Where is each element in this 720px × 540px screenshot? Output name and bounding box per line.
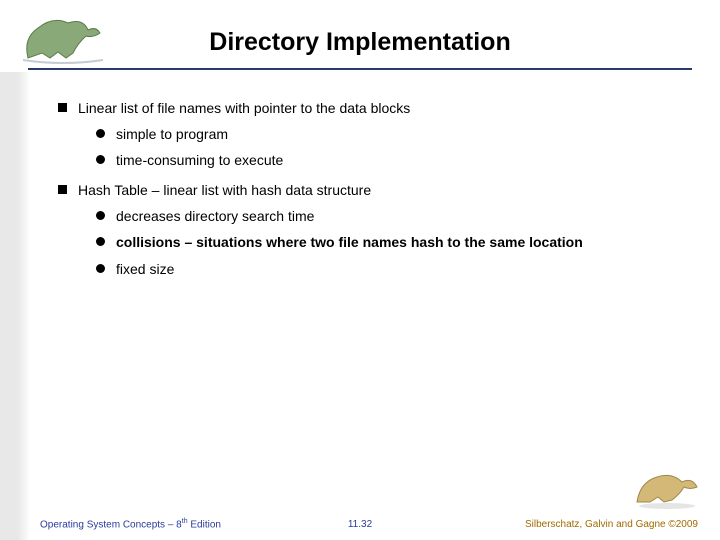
- bullet-text: time-consuming to execute: [116, 152, 283, 168]
- bullet-text-bold: collisions: [116, 234, 181, 250]
- bullet-text: simple to program: [116, 126, 228, 142]
- circle-bullet-icon: [96, 264, 105, 273]
- circle-bullet-icon: [96, 129, 105, 138]
- bullet-level1: Hash Table – linear list with hash data …: [58, 182, 700, 198]
- dinosaur-bottom-icon: [632, 462, 702, 512]
- content-body: Linear list of file names with pointer t…: [58, 100, 700, 287]
- bullet-text: fixed size: [116, 261, 174, 277]
- square-bullet-icon: [58, 103, 67, 112]
- bullet-text-rest: – situations where two file names hash t…: [181, 234, 583, 250]
- left-gradient-bar: [0, 72, 30, 540]
- title-underline: [28, 68, 692, 70]
- bullet-text: Linear list of file names with pointer t…: [78, 100, 410, 116]
- page-title: Directory Implementation: [0, 18, 720, 57]
- bullet-level1: Linear list of file names with pointer t…: [58, 100, 700, 116]
- bullet-level2: decreases directory search time: [96, 208, 700, 224]
- circle-bullet-icon: [96, 237, 105, 246]
- bullet-level2: collisions – situations where two file n…: [96, 234, 700, 250]
- circle-bullet-icon: [96, 155, 105, 164]
- bullet-level2: time-consuming to execute: [96, 152, 700, 168]
- bullet-text: Hash Table – linear list with hash data …: [78, 182, 371, 198]
- bullet-text: decreases directory search time: [116, 208, 314, 224]
- header: Directory Implementation: [0, 18, 720, 73]
- dinosaur-top-icon: [18, 8, 108, 68]
- bullet-level2: fixed size: [96, 261, 700, 277]
- circle-bullet-icon: [96, 211, 105, 220]
- square-bullet-icon: [58, 185, 67, 194]
- footer-copyright: Silberschatz, Galvin and Gagne ©2009: [525, 519, 698, 530]
- bullet-level2: simple to program: [96, 126, 700, 142]
